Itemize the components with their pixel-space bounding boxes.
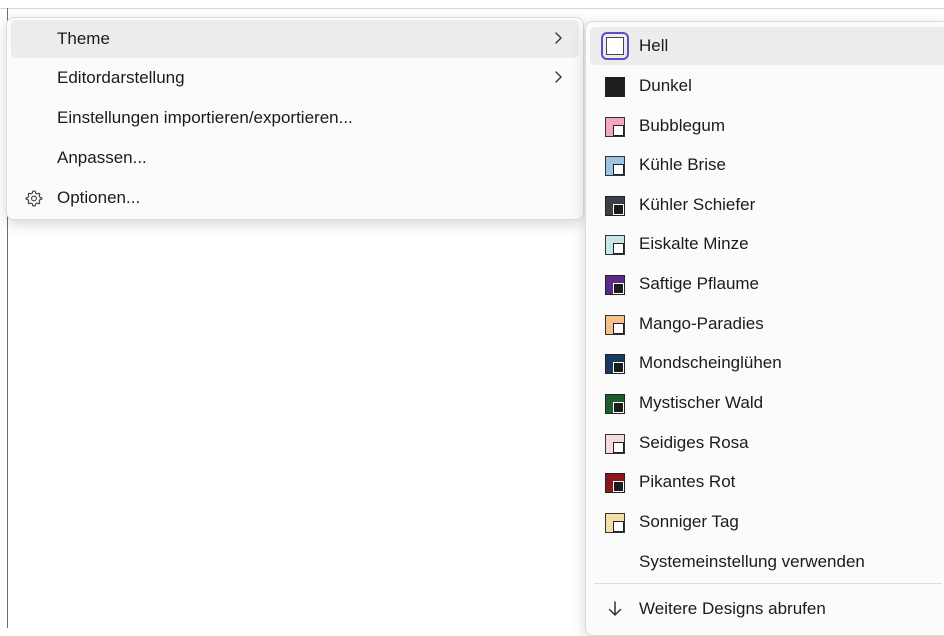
menu-item-label: Anpassen... [57, 148, 147, 167]
menu-item-editordarstellung[interactable]: Editordarstellung [11, 59, 579, 97]
menu-item-anpassen[interactable]: Anpassen... [11, 139, 579, 177]
theme-option-label: Saftige Pflaume [639, 274, 760, 293]
chevron-right-icon [555, 71, 562, 83]
theme-swatch [605, 196, 625, 216]
theme-option-sonniger-tag[interactable]: Sonniger Tag [590, 503, 944, 541]
theme-option-mango-paradies[interactable]: Mango-Paradies [590, 305, 944, 343]
theme-swatch [605, 235, 625, 255]
app-top-border [0, 8, 944, 9]
theme-swatch [605, 117, 625, 137]
chevron-right-icon [555, 32, 562, 44]
theme-option-mystischer-wald[interactable]: Mystischer Wald [590, 384, 944, 422]
theme-swatch [605, 434, 625, 454]
theme-submenu: Hell Dunkel Bubblegum Kühle Brise Kühler… [585, 21, 944, 636]
theme-option-label: Pikantes Rot [639, 472, 736, 491]
theme-swatch [605, 77, 625, 97]
theme-option-label: Kühler Schiefer [639, 195, 756, 214]
theme-option-label: Mystischer Wald [639, 393, 764, 412]
theme-option-label: Mondscheinglühen [639, 353, 782, 372]
theme-swatch [605, 156, 625, 176]
theme-option-system[interactable]: Systemeinstellung verwenden [590, 543, 944, 581]
theme-swatch-hell-selected [601, 32, 629, 60]
theme-option-label: Seidiges Rosa [639, 433, 749, 452]
theme-option-dunkel[interactable]: Dunkel [590, 67, 944, 105]
theme-option-seidiges-rosa[interactable]: Seidiges Rosa [590, 424, 944, 462]
theme-option-label: Mango-Paradies [639, 314, 764, 333]
theme-option-label: Kühle Brise [639, 155, 726, 174]
theme-swatch [605, 275, 625, 295]
menu-item-import-export[interactable]: Einstellungen importieren/exportieren... [11, 99, 579, 137]
theme-swatch [605, 394, 625, 414]
theme-option-pikantes-rot[interactable]: Pikantes Rot [590, 463, 944, 501]
theme-swatch [605, 473, 625, 493]
menu-item-label: Einstellungen importieren/exportieren... [57, 108, 353, 127]
gear-icon [25, 190, 43, 207]
settings-menu: Theme Editordarstellung Einstellungen im… [6, 17, 584, 220]
submenu-divider [594, 583, 942, 584]
menu-item-label: Editordarstellung [57, 68, 185, 87]
theme-swatch [605, 513, 625, 533]
theme-swatch [605, 354, 625, 374]
theme-option-eiskalte-minze[interactable]: Eiskalte Minze [590, 225, 944, 263]
theme-swatch [605, 315, 625, 335]
get-more-themes-label: Weitere Designs abrufen [639, 599, 826, 618]
menu-item-optionen[interactable]: Optionen... [11, 179, 579, 217]
theme-option-label: Systemeinstellung verwenden [639, 552, 865, 571]
theme-option-label: Sonniger Tag [639, 512, 739, 531]
theme-option-kuehle-brise[interactable]: Kühle Brise [590, 146, 944, 184]
theme-option-label: Eiskalte Minze [639, 234, 749, 253]
menu-item-theme[interactable]: Theme [11, 20, 579, 58]
arrow-down-icon [608, 601, 622, 616]
menu-item-label: Optionen... [57, 188, 141, 207]
theme-option-kuehler-schiefer[interactable]: Kühler Schiefer [590, 186, 944, 224]
theme-option-mondscheinglühen[interactable]: Mondscheinglühen [590, 344, 944, 382]
menu-item-label: Theme [57, 29, 110, 48]
theme-option-label: Hell [639, 36, 669, 55]
theme-option-saftige-pflaume[interactable]: Saftige Pflaume [590, 265, 944, 303]
theme-option-label: Dunkel [639, 76, 692, 95]
theme-option-hell[interactable]: Hell [590, 27, 944, 65]
theme-option-bubblegum[interactable]: Bubblegum [590, 107, 944, 145]
theme-option-label: Bubblegum [639, 116, 726, 135]
get-more-themes-item[interactable]: Weitere Designs abrufen [590, 590, 944, 628]
